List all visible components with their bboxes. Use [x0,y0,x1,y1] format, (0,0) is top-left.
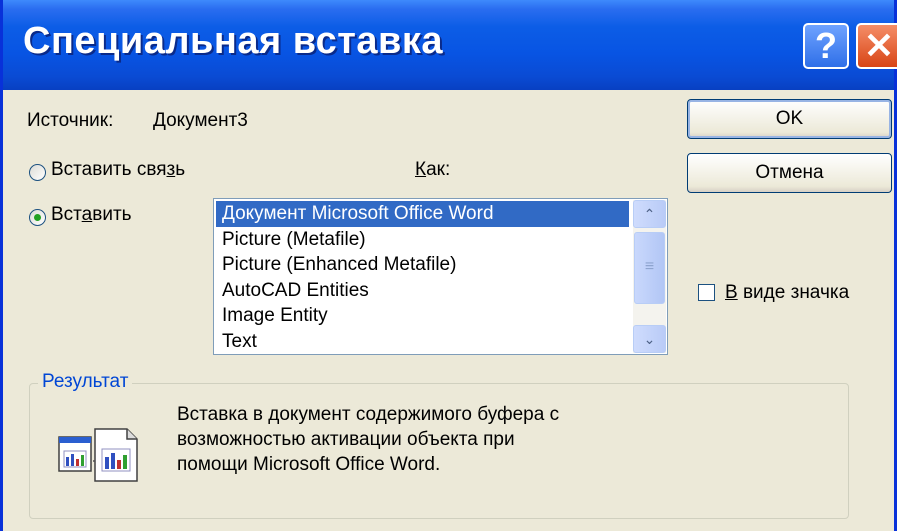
paste-as-listbox[interactable]: Документ Microsoft Office Word Picture (… [213,198,668,355]
result-line: Вставка в документ содержимого буфера с [177,404,560,425]
paste-result-icon [58,428,138,482]
result-line: возможностью активации объекта при [177,429,515,450]
result-description: Вставка в документ содержимого буфера с … [177,402,637,477]
list-item[interactable]: AutoCAD Entities [216,278,629,304]
cancel-button[interactable]: Отмена [687,153,892,193]
paste-link-label[interactable]: Вставить связь [51,159,185,181]
list-item[interactable]: Picture (Enhanced Metafile) [216,252,629,278]
display-as-icon-label[interactable]: В виде значка [725,282,849,304]
paste-label[interactable]: Вставить [51,204,132,226]
radio-checked-dot [34,214,41,221]
paste-radio[interactable] [29,209,46,226]
source-value: Документ3 [153,110,248,131]
scroll-up-arrow-icon[interactable]: ⌃ [633,200,666,228]
ok-button[interactable]: OK [687,99,892,139]
as-label: Как: [415,159,451,180]
title-bar[interactable]: Специальная вставка ? ✕ [3,0,897,90]
vertical-scrollbar[interactable]: ⌃ ≡ ⌄ [633,200,666,353]
scroll-down-arrow-icon[interactable]: ⌄ [633,325,666,353]
dialog-title: Специальная вставка [23,20,444,62]
close-button[interactable]: ✕ [856,23,897,69]
scroll-thumb[interactable]: ≡ [634,232,665,304]
list-item[interactable]: Image Entity [216,303,629,329]
display-as-icon-checkbox[interactable] [698,284,715,301]
paste-special-dialog: Специальная вставка ? ✕ Источник: Докуме… [0,0,897,531]
list-item[interactable]: Picture (Metafile) [216,227,629,253]
list-item[interactable]: Документ Microsoft Office Word [216,201,629,227]
paste-link-radio[interactable] [29,164,46,181]
result-legend: Результат [38,371,133,393]
list-item[interactable]: Text [216,329,629,355]
source-label: Источник: [27,110,114,131]
result-line: помощи Microsoft Office Word. [177,454,441,475]
help-button[interactable]: ? [803,23,849,69]
